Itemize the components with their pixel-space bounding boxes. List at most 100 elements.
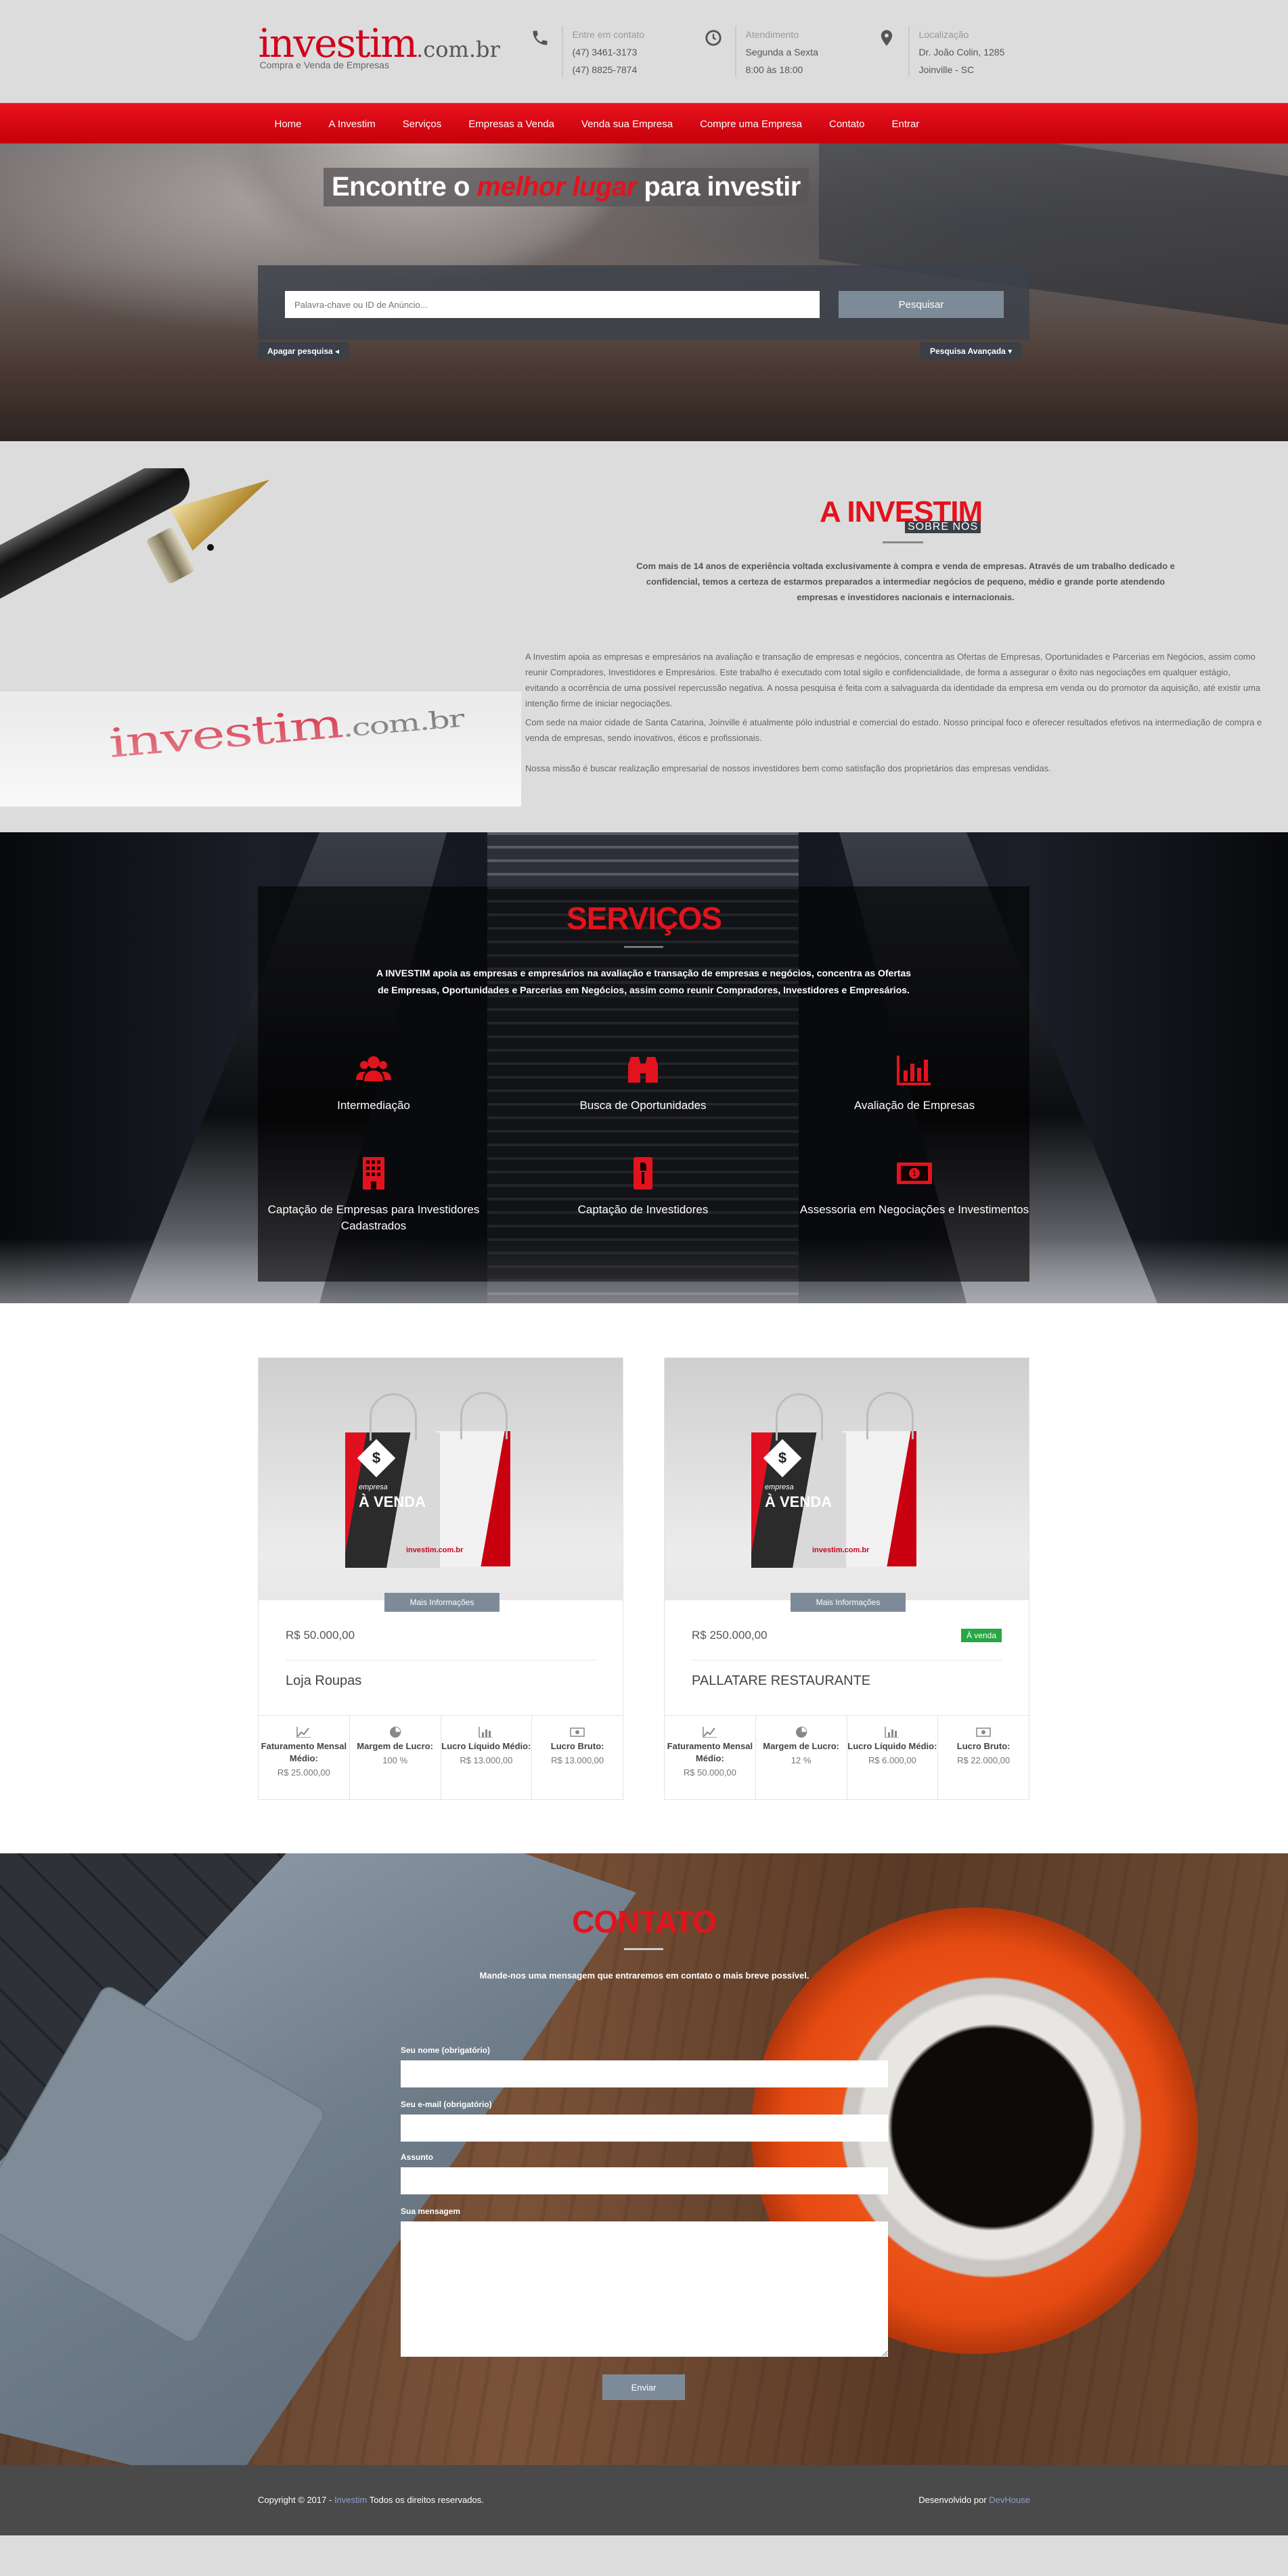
phone-icon xyxy=(533,30,547,45)
bag-handle xyxy=(460,1392,508,1439)
search-button[interactable]: Pesquisar xyxy=(839,291,1004,318)
chevron-left-icon: ◂ xyxy=(335,346,340,356)
status-badge: À venda xyxy=(960,1629,1002,1642)
name-field[interactable] xyxy=(401,2060,888,2087)
subject-field[interactable] xyxy=(401,2167,888,2194)
nav-list: Home A Investim Serviços Empresas a Venda Ve… xyxy=(259,104,1030,144)
service-captacao-investidores: Captação de Investidores xyxy=(528,1154,758,1218)
about-paragraph-2: Com sede na maior cidade de Santa Catari… xyxy=(525,717,1262,743)
nav-item-empresas-a-venda[interactable]: Empresas a Venda xyxy=(455,118,568,130)
pie-chart-icon xyxy=(389,1726,401,1738)
clear-search-button[interactable]: Apagar pesquisa ◂ xyxy=(258,342,349,360)
address-street: Dr. João Colin, 1285 xyxy=(918,47,1005,58)
more-info-button[interactable]: Mais Informações xyxy=(791,1593,906,1612)
listing-card[interactable]: $ empresa À VENDA investim.com.br Mais In… xyxy=(664,1357,1029,1800)
nav-item-home[interactable]: Home xyxy=(261,118,315,130)
hours-time: 8:00 às 18:00 xyxy=(745,64,803,75)
service-busca-oportunidades: Busca de Oportunidades xyxy=(528,1050,758,1114)
nav-item-a-investim[interactable]: A Investim xyxy=(315,118,389,130)
listing-image[interactable]: $ empresa À VENDA investim.com.br xyxy=(665,1358,1029,1600)
bar-chart-icon xyxy=(479,1727,493,1738)
phone-number-2[interactable]: (47) 8825-7874 xyxy=(573,61,645,78)
copyright-link[interactable]: Investim xyxy=(334,2495,367,2505)
stat-label: Margem de Lucro: xyxy=(763,1741,839,1751)
nav-item-servicos[interactable]: Serviços xyxy=(389,118,456,130)
image-fade xyxy=(0,712,521,807)
developer-credit: Desenvolvido por DevHouse xyxy=(918,2495,1030,2505)
listing-card[interactable]: $ empresa À VENDA investim.com.br Mais In… xyxy=(258,1357,623,1800)
nav-item-compre-uma-empresa[interactable]: Compre uma Empresa xyxy=(686,118,816,130)
clock-icon xyxy=(705,30,721,46)
money-icon xyxy=(570,1727,585,1737)
listing-stats: Faturamento Mensal Médio: R$ 50.000,00 M… xyxy=(665,1715,1029,1799)
phone-number-1[interactable]: (47) 3461-3173 xyxy=(573,43,645,61)
search-input[interactable] xyxy=(285,291,820,318)
stat-label: Margem de Lucro: xyxy=(357,1741,433,1751)
info-divider xyxy=(908,26,910,77)
subject-label: Assunto xyxy=(401,2152,433,2162)
location-label: Localização xyxy=(918,29,969,40)
bar-chart-icon xyxy=(897,1056,931,1085)
services-lead: A INVESTIM apoia as empresas e empresári… xyxy=(376,968,912,995)
service-assessoria: 1 Assessoria em Negociações e Investimen… xyxy=(799,1154,1029,1218)
stat-value: 12 % xyxy=(791,1755,812,1765)
stat-label: Lucro Líquido Médio: xyxy=(441,1741,531,1751)
about-paragraph-1: A Investim apoia as empresas e empresári… xyxy=(525,652,1261,708)
footer: Copyright © 2017 - Investim Todos os dir… xyxy=(0,2465,1288,2535)
hero-title-highlight: melhor lugar xyxy=(476,172,638,202)
info-divider xyxy=(561,26,563,77)
nav-item-contato[interactable]: Contato xyxy=(816,118,879,130)
listing-title[interactable]: Loja Roupas xyxy=(286,1673,361,1689)
stat-value: R$ 22.000,00 xyxy=(957,1755,1011,1765)
listing-stat: Lucro Bruto: R$ 22.000,00 xyxy=(938,1716,1029,1799)
listing-title[interactable]: PALLATARE RESTAURANTE xyxy=(692,1673,870,1689)
line-chart-icon xyxy=(296,1727,311,1738)
bag-label-main: À VENDA xyxy=(359,1493,426,1510)
about-paragraph-3: Nossa missão é buscar realização empresa… xyxy=(525,763,1051,773)
bag-brand: investim.com.br xyxy=(406,1546,464,1554)
stat-label: Faturamento Mensal Médio: xyxy=(667,1741,753,1763)
service-label: Intermediação xyxy=(337,1099,410,1112)
copyright-rights: Todos os direitos reservados. xyxy=(369,2495,484,2505)
header-contact-info: Entre em contato (47) 3461-3173 (47) 882… xyxy=(531,26,645,78)
nav-item-entrar[interactable]: Entrar xyxy=(879,118,933,130)
site-logo[interactable]: investim.com.br Compra e Venda de Empres… xyxy=(259,23,500,70)
listing-image[interactable]: $ empresa À VENDA investim.com.br xyxy=(259,1358,623,1600)
bag-handle xyxy=(370,1393,417,1441)
services-divider xyxy=(624,946,663,948)
users-icon xyxy=(356,1056,391,1081)
contact-divider xyxy=(624,1948,663,1950)
more-info-button[interactable]: Mais Informações xyxy=(384,1593,499,1612)
top-header: investim.com.br Compra e Venda de Empres… xyxy=(0,0,1288,103)
bag-handle xyxy=(776,1393,823,1441)
nav-item-venda-sua-empresa[interactable]: Venda sua Empresa xyxy=(568,118,686,130)
listing-stat: Faturamento Mensal Médio: R$ 25.000,00 xyxy=(259,1716,350,1799)
shopping-bag-red: $ empresa À VENDA investim.com.br xyxy=(751,1393,869,1568)
address-city: Joinville - SC xyxy=(918,64,975,75)
search-panel: Pesquisar xyxy=(258,265,1029,340)
service-intermediacao: Intermediação xyxy=(259,1050,489,1114)
send-button[interactable]: Enviar xyxy=(602,2374,685,2400)
stat-label: Lucro Bruto: xyxy=(956,1741,1011,1751)
map-pin-icon xyxy=(881,30,892,46)
binoculars-icon xyxy=(628,1057,658,1083)
advanced-search-button[interactable]: Pesquisa Avançada ▾ xyxy=(920,342,1022,360)
chevron-down-icon: ▾ xyxy=(1008,346,1013,356)
listing-stat: Margem de Lucro: 100 % xyxy=(350,1716,441,1799)
message-field[interactable] xyxy=(401,2221,888,2357)
service-label: Busca de Oportunidades xyxy=(579,1099,707,1112)
listing-price: R$ 250.000,00 xyxy=(692,1629,768,1642)
bag-label: empresa À VENDA xyxy=(359,1480,426,1510)
contact-label: Entre em contato xyxy=(572,29,645,40)
about-subtitle: SOBRE NÓS xyxy=(905,521,981,533)
bag-handle xyxy=(866,1392,914,1439)
stat-value: R$ 13.000,00 xyxy=(460,1755,513,1765)
developer-link[interactable]: DevHouse xyxy=(989,2495,1030,2505)
developer-text: Desenvolvido por xyxy=(918,2495,987,2505)
clear-search-label: Apagar pesquisa xyxy=(267,346,333,356)
contact-title: CONTATO xyxy=(572,1904,717,1939)
listing-stat: Lucro Líquido Médio: R$ 6.000,00 xyxy=(847,1716,939,1799)
service-label: Avaliação de Empresas xyxy=(853,1099,975,1112)
email-field[interactable] xyxy=(401,2115,888,2142)
message-label: Sua mensagem xyxy=(401,2207,461,2216)
